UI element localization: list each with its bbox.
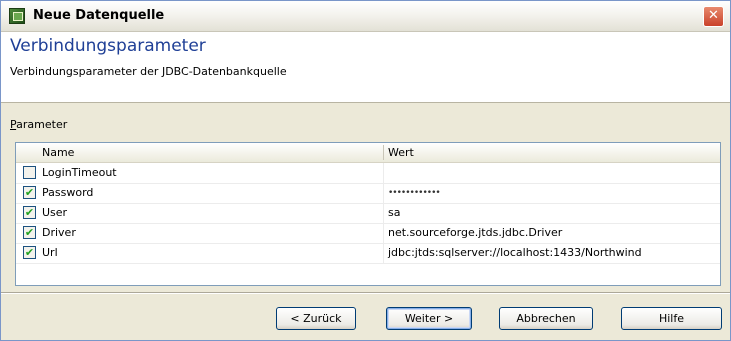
cell-divider: [383, 203, 384, 223]
cell-divider: [383, 243, 384, 263]
parameter-value[interactable]: ••••••••••••: [388, 183, 441, 203]
parameters-table[interactable]: Name Wert LoginTimeout Password ••••••••••…: [15, 142, 721, 286]
page-title: Verbindungsparameter: [10, 36, 206, 56]
parameter-value[interactable]: jdbc:jtds:sqlserver://localhost:1433/Nor…: [388, 243, 642, 263]
cancel-button[interactable]: Abbrechen: [499, 307, 593, 330]
parameters-label-rest: arameter: [16, 118, 68, 131]
row-checkbox[interactable]: [23, 186, 36, 199]
table-row[interactable]: Driver net.sourceforge.jtds.jdbc.Driver: [16, 223, 720, 244]
footer-divider: [1, 292, 730, 294]
parameters-label: Parameter: [10, 118, 67, 131]
row-checkbox[interactable]: [23, 206, 36, 219]
parameter-name: User: [42, 206, 68, 219]
table-row[interactable]: Password ••••••••••••: [16, 183, 720, 204]
close-button[interactable]: ✕: [703, 6, 724, 27]
column-divider[interactable]: [383, 145, 384, 160]
dialog-window: Neue Datenquelle ✕ Verbindungsparameter …: [0, 0, 731, 341]
title-bar[interactable]: Neue Datenquelle ✕: [1, 1, 730, 32]
page-description: Verbindungsparameter der JDBC-Datenbankq…: [10, 65, 287, 78]
table-row[interactable]: User sa: [16, 203, 720, 224]
app-icon: [9, 8, 25, 24]
help-button[interactable]: Hilfe: [621, 307, 722, 330]
parameter-name: Url: [42, 246, 58, 259]
parameter-value[interactable]: net.sourceforge.jtds.jdbc.Driver: [388, 223, 562, 243]
table-row[interactable]: LoginTimeout: [16, 163, 720, 184]
row-checkbox[interactable]: [23, 226, 36, 239]
row-checkbox[interactable]: [23, 166, 36, 179]
row-checkbox[interactable]: [23, 246, 36, 259]
cell-divider: [383, 223, 384, 243]
cell-divider: [383, 163, 384, 183]
column-header-value[interactable]: Wert: [388, 143, 414, 162]
cell-divider: [383, 183, 384, 203]
window-title: Neue Datenquelle: [33, 8, 165, 23]
wizard-header: Verbindungsparameter Verbindungsparamete…: [1, 32, 730, 103]
parameter-name: Password: [42, 186, 94, 199]
back-button[interactable]: < Zurück: [276, 307, 356, 330]
parameter-name: Driver: [42, 226, 76, 239]
parameter-name: LoginTimeout: [42, 166, 117, 179]
table-header: Name Wert: [16, 143, 720, 163]
table-row[interactable]: Url jdbc:jtds:sqlserver://localhost:1433/…: [16, 243, 720, 264]
next-button[interactable]: Weiter >: [386, 307, 472, 330]
column-header-name[interactable]: Name: [42, 143, 74, 162]
parameter-value[interactable]: sa: [388, 203, 400, 223]
